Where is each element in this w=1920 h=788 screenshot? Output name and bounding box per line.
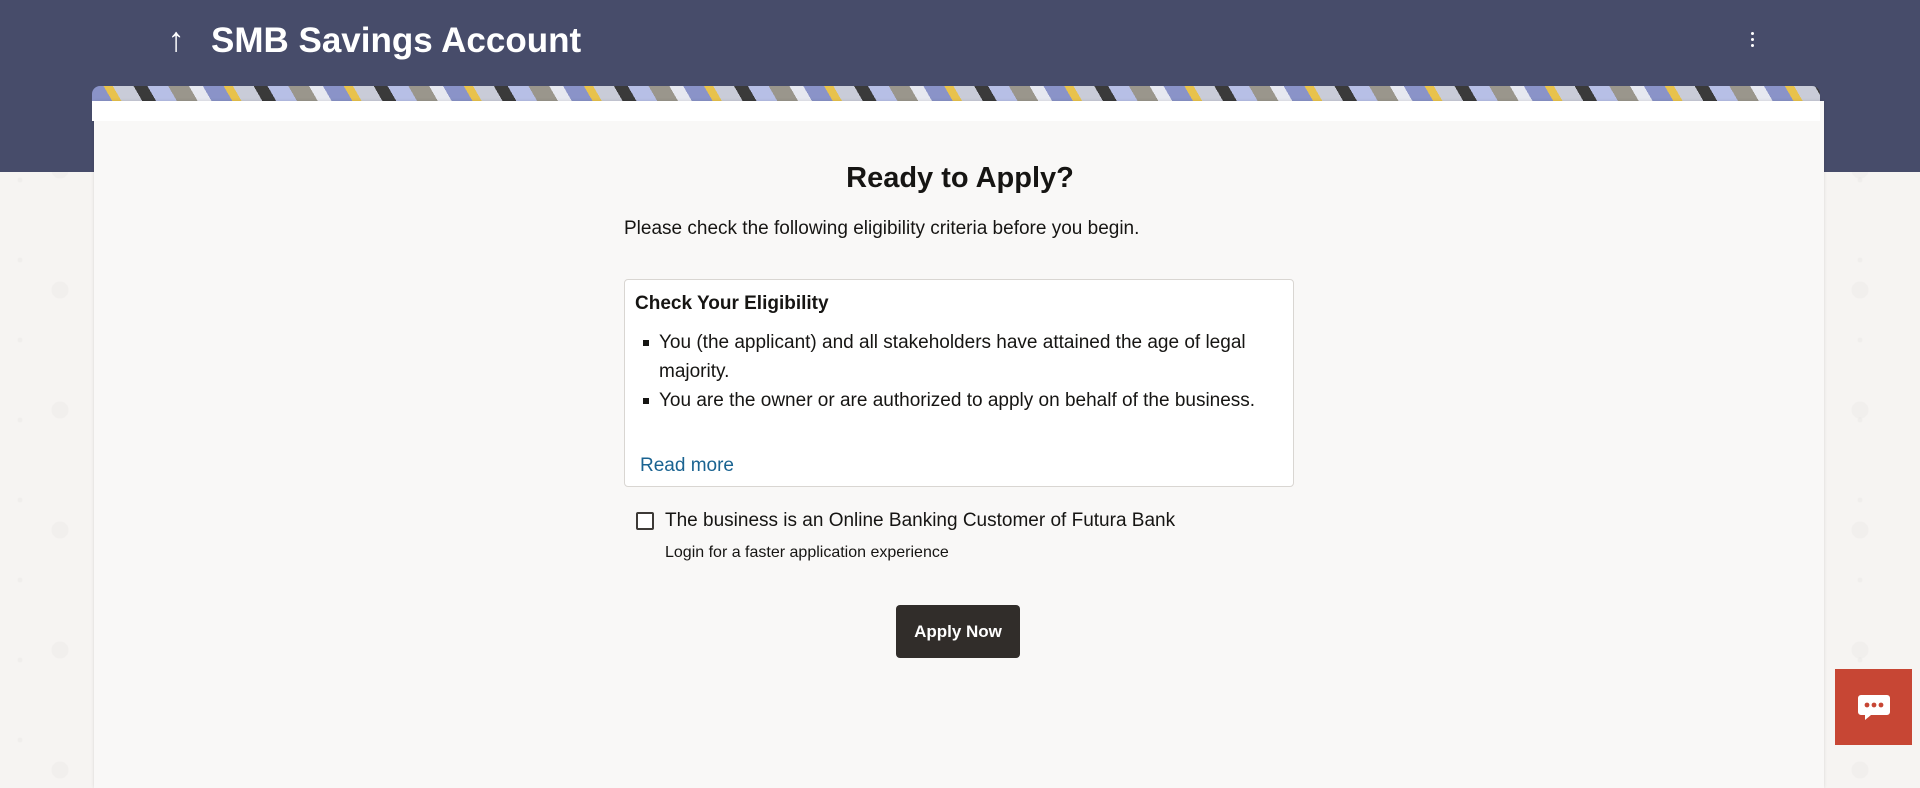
chat-button[interactable] (1835, 669, 1912, 745)
decorative-banner (92, 86, 1820, 102)
page-title: SMB Savings Account (211, 21, 582, 60)
ready-heading: Ready to Apply? (846, 162, 1074, 194)
apply-now-button[interactable]: Apply Now (896, 605, 1020, 658)
read-more-link[interactable]: Read more (640, 453, 734, 479)
kebab-dot (1750, 37, 1754, 41)
eligibility-title: Check Your Eligibility (635, 293, 829, 314)
online-banking-customer-checkbox[interactable] (636, 512, 654, 530)
kebab-dot (1750, 31, 1754, 35)
eligibility-item: You (the applicant) and all stakeholders… (635, 328, 1275, 386)
eligibility-list: You (the applicant) and all stakeholders… (635, 328, 1275, 415)
back-button[interactable]: ↑ (158, 18, 194, 62)
eligibility-box: Check Your Eligibility You (the applican… (624, 279, 1294, 487)
chat-bubble-icon (1857, 695, 1890, 720)
card-top-strip (92, 101, 1820, 121)
more-options-button[interactable] (1740, 24, 1764, 54)
eligibility-item: You are the owner or are authorized to a… (635, 386, 1275, 415)
arrow-up-icon: ↑ (167, 21, 185, 59)
login-helper-text: Login for a faster application experienc… (665, 544, 949, 561)
eligibility-subtitle: Please check the following eligibility c… (624, 218, 1140, 239)
kebab-dot (1750, 43, 1754, 47)
online-banking-customer-label[interactable]: The business is an Online Banking Custom… (665, 508, 1175, 534)
